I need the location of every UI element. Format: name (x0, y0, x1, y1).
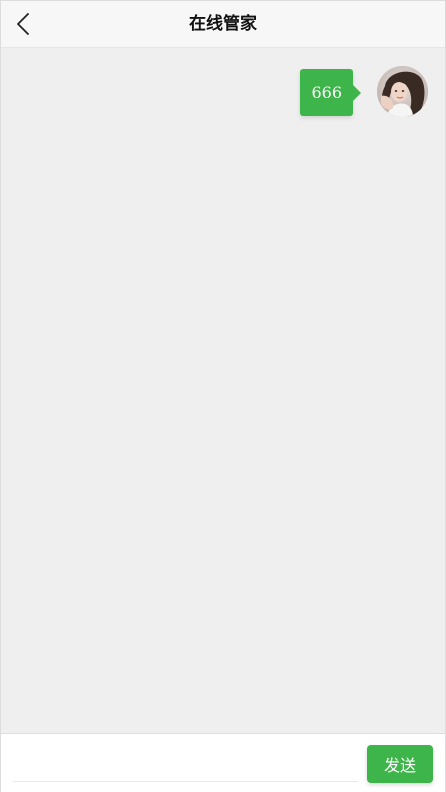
chat-screen: 在线管家 666 发送 (0, 0, 446, 792)
send-button[interactable]: 发送 (367, 745, 433, 783)
message-bubble: 666 (300, 69, 361, 116)
message-list[interactable]: 666 (1, 48, 445, 733)
avatar[interactable] (377, 66, 428, 117)
message-input[interactable] (13, 744, 358, 782)
page-title: 在线管家 (189, 14, 257, 34)
header-bar: 在线管家 (1, 1, 445, 48)
avatar-image (377, 66, 428, 117)
input-bar: 发送 (1, 733, 445, 792)
message-row-self: 666 (300, 66, 428, 117)
